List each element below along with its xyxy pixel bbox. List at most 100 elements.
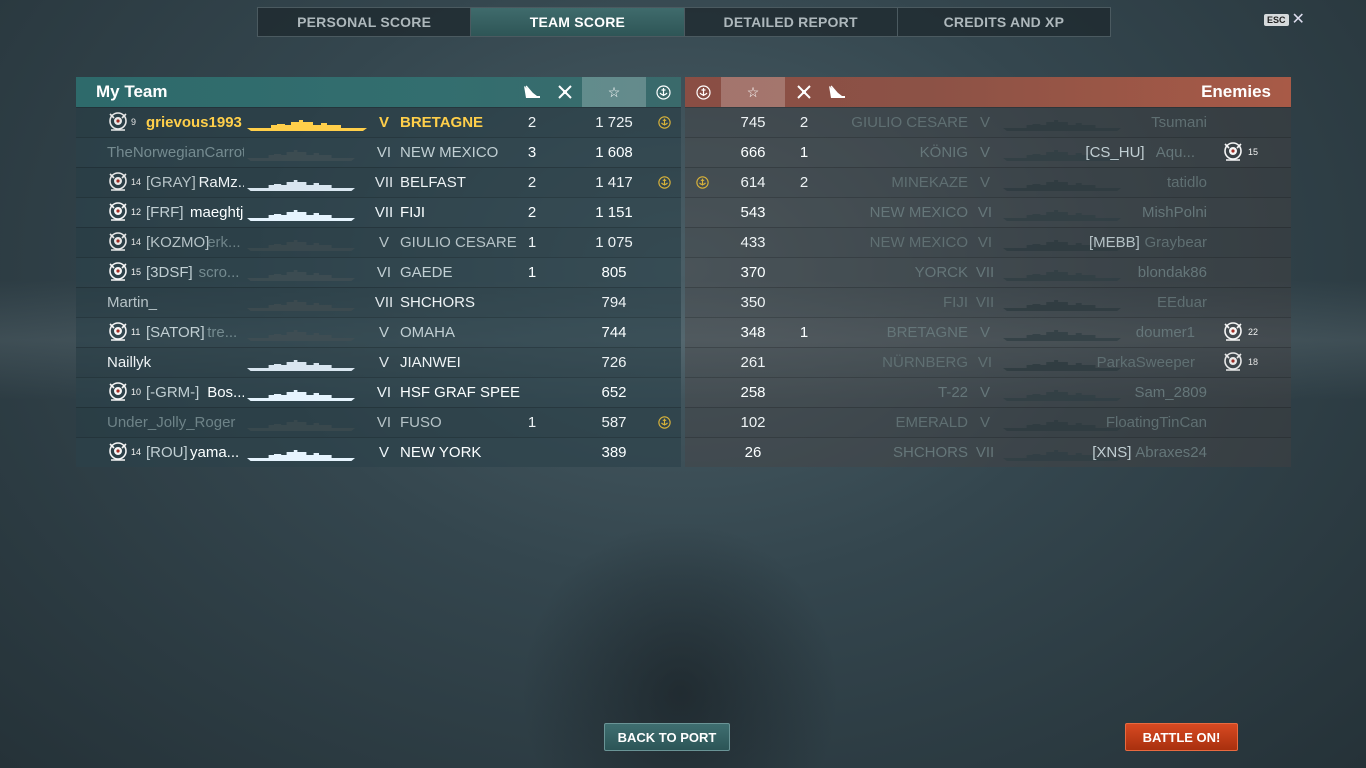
score-value: 102 bbox=[740, 414, 766, 431]
kills-count: 2 bbox=[527, 204, 537, 221]
kills-count bbox=[516, 318, 548, 347]
rank-badge-icon bbox=[106, 260, 130, 284]
tab-team-score[interactable]: TEAM SCORE bbox=[471, 8, 685, 36]
close-icon[interactable]: ✕ bbox=[1292, 12, 1305, 28]
ship-name: NEW MEXICO bbox=[869, 234, 968, 251]
table-row[interactable]: 258 T-22 V Sam_2809 bbox=[685, 377, 1291, 407]
score-value: 261 bbox=[740, 354, 766, 371]
table-row[interactable]: Naillyk V JIANWEI 726 bbox=[76, 347, 681, 377]
score-value: 1 725 bbox=[595, 114, 633, 131]
kills-count bbox=[788, 348, 820, 377]
anchor-icon bbox=[658, 176, 671, 189]
rank-level: 15 bbox=[131, 267, 142, 277]
ship-name: KÖNIG bbox=[919, 144, 968, 161]
table-row[interactable]: 348 1 BRETAGNE Vdoumer1 22 bbox=[685, 317, 1291, 347]
table-row[interactable]: 11 [SATOR] tre... V OMAHA 744 bbox=[76, 317, 681, 347]
ship-silhouette bbox=[1003, 208, 1121, 221]
score-value: 350 bbox=[740, 294, 766, 311]
anchor-icon bbox=[658, 416, 671, 429]
ship-tier: V bbox=[979, 174, 990, 191]
my-team-title: My Team bbox=[96, 82, 168, 101]
ship-name: MINEKAZE bbox=[891, 174, 968, 191]
score-value: 1 608 bbox=[595, 144, 633, 161]
table-row[interactable]: 370 YORCK VII blondak86 bbox=[685, 257, 1291, 287]
esc-key: ESC bbox=[1264, 14, 1289, 26]
player-name: Tsumani bbox=[1151, 114, 1207, 131]
table-row[interactable]: 102 EMERALD V FloatingTinCan bbox=[685, 407, 1291, 437]
ship-tier: VII bbox=[374, 204, 394, 221]
player-name: Aqu... bbox=[1155, 144, 1195, 161]
score-value: 370 bbox=[740, 264, 766, 281]
table-row[interactable]: 433 NEW MEXICO VI [MEBB] Graybear bbox=[685, 227, 1291, 257]
table-row[interactable]: 26 SHCHORS VII [XNS] Abraxes24 bbox=[685, 437, 1291, 467]
tab-personal-score[interactable]: PERSONAL SCORE bbox=[258, 8, 472, 36]
table-row[interactable]: Under_Jolly_Roger VI FUSO 1 587 bbox=[76, 407, 681, 437]
ship-silhouette bbox=[247, 298, 355, 311]
ship-name: NEW MEXICO bbox=[400, 144, 499, 161]
ship-name: HSF GRAF SPEE bbox=[400, 384, 520, 401]
table-row[interactable]: 543 NEW MEXICO VI MishPolni bbox=[685, 197, 1291, 227]
player-name: Bos... bbox=[207, 384, 244, 401]
ship-silhouette bbox=[247, 418, 355, 431]
table-row[interactable]: 14 [KOZMO] erk... V GIULIO CESARE 1 1 075 bbox=[76, 227, 681, 257]
tab-detailed-report[interactable]: DETAILED REPORT bbox=[685, 8, 898, 36]
score-value: 433 bbox=[740, 234, 766, 251]
ship-tier: VII bbox=[975, 444, 995, 461]
table-row[interactable]: 15 [3DSF] scro... VI GAEDE 1 805 bbox=[76, 257, 681, 287]
rank-level: 12 bbox=[131, 207, 142, 217]
ship-silhouette bbox=[247, 388, 355, 401]
ship-tier: VI bbox=[376, 264, 392, 281]
player-name: ParkaSweeper bbox=[1096, 354, 1195, 371]
score-value: 794 bbox=[601, 294, 627, 311]
table-row[interactable]: 9 grievous1993 V BRETAGNE 2 1 725 bbox=[76, 107, 681, 137]
table-row[interactable]: 350 FIJI VII EEduar bbox=[685, 287, 1291, 317]
table-row[interactable]: 14 [GRAY]RaMz... VII BELFAST 2 1 417 bbox=[76, 167, 681, 197]
ship-silhouette bbox=[247, 238, 355, 251]
enemy-team-panel: ☆ Enemies 745 2 GIULIO CESARE V Tsumani 666 1 K… bbox=[685, 77, 1291, 467]
player-name: maeghtjp bbox=[190, 204, 244, 221]
back-to-port-button[interactable]: BACK TO PORT bbox=[604, 723, 730, 751]
enemy-team-rows: 745 2 GIULIO CESARE V Tsumani 666 1 KÖNIG V [CS_H… bbox=[685, 107, 1291, 467]
ship-silhouette bbox=[1003, 418, 1121, 431]
kills-count bbox=[788, 198, 820, 227]
clan-tag: [3DSF] bbox=[146, 264, 193, 281]
score-value: 744 bbox=[601, 324, 627, 341]
table-row[interactable]: 14 [ROU] yama... V NEW YORK 389 bbox=[76, 437, 681, 467]
table-row[interactable]: 614 2 MINEKAZE Vtatidlo bbox=[685, 167, 1291, 197]
table-row[interactable]: 12 [FRF] maeghtjp VII FIJI 2 1 151 bbox=[76, 197, 681, 227]
ship-name: FIJI bbox=[400, 204, 425, 221]
rank-level: 11 bbox=[131, 327, 141, 337]
table-row[interactable]: 666 1 KÖNIG V [CS_HU] Aqu... 15 bbox=[685, 137, 1291, 167]
score-value: 652 bbox=[601, 384, 627, 401]
star-icon: ☆ bbox=[721, 77, 785, 107]
ship-name: BELFAST bbox=[400, 174, 466, 191]
ship-name: BRETAGNE bbox=[886, 324, 968, 341]
table-row[interactable]: TheNorwegianCarrot VI NEW MEXICO 3 1 608 bbox=[76, 137, 681, 167]
anchor-icon bbox=[696, 176, 709, 189]
table-row[interactable]: 10 [-GRM-] Bos... VI HSF GRAF SPEE 652 bbox=[76, 377, 681, 407]
rank-badge-icon bbox=[106, 110, 130, 134]
ship-tier: V bbox=[979, 144, 990, 161]
clan-tag: [-GRM-] bbox=[146, 384, 200, 401]
ship-tier: VI bbox=[376, 384, 392, 401]
ship-tier: VII bbox=[374, 174, 394, 191]
ship-tier: VII bbox=[975, 264, 995, 281]
star-icon: ☆ bbox=[582, 77, 646, 107]
rank-level: 14 bbox=[131, 177, 142, 187]
table-row[interactable]: Martin_ VII SHCHORS 794 bbox=[76, 287, 681, 317]
rank-badge-icon bbox=[106, 200, 130, 224]
ship-name: BRETAGNE bbox=[400, 114, 484, 131]
esc-close[interactable]: ESC ✕ bbox=[1264, 12, 1305, 28]
ship-tier: VI bbox=[977, 354, 993, 371]
anchor-icon bbox=[685, 77, 721, 107]
rank-badge-icon bbox=[106, 320, 130, 344]
score-value: 805 bbox=[601, 264, 627, 281]
clan-tag: [ROU] bbox=[146, 444, 188, 461]
tab-credits-and-xp[interactable]: CREDITS AND XP bbox=[898, 8, 1110, 36]
score-value: 1 075 bbox=[595, 234, 633, 251]
table-row[interactable]: 745 2 GIULIO CESARE V Tsumani bbox=[685, 107, 1291, 137]
rank-level: 22 bbox=[1248, 327, 1259, 337]
battle-on-button[interactable]: BATTLE ON! bbox=[1125, 723, 1238, 751]
score-value: 726 bbox=[601, 354, 627, 371]
table-row[interactable]: 261 NÜRNBERG VI ParkaSweeper 18 bbox=[685, 347, 1291, 377]
